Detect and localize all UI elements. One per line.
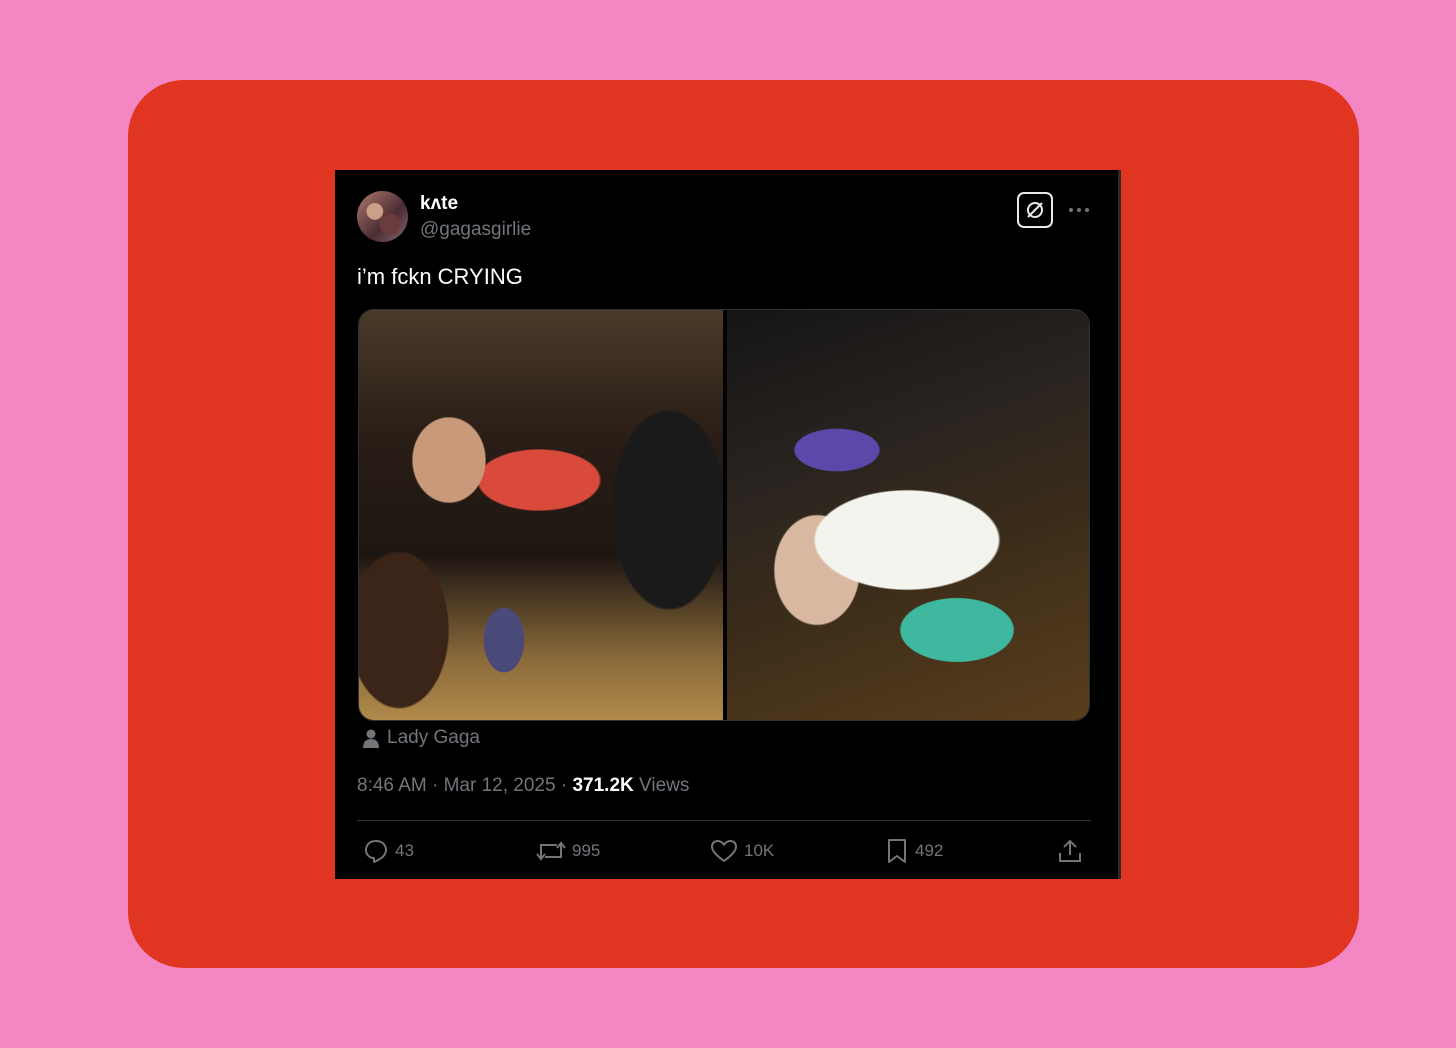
bookmark-button[interactable]: 492 bbox=[885, 838, 943, 864]
tweet-time[interactable]: 8:46 AM bbox=[357, 775, 427, 796]
media-photo-left[interactable] bbox=[359, 310, 723, 720]
media-tag[interactable]: Lady Gaga bbox=[361, 727, 480, 749]
tweet-date[interactable]: Mar 12, 2025 bbox=[444, 775, 556, 796]
repost-icon bbox=[536, 838, 566, 864]
like-count: 10K bbox=[744, 841, 775, 860]
grok-button[interactable] bbox=[1017, 192, 1053, 228]
share-icon bbox=[1057, 838, 1083, 864]
bookmark-count: 492 bbox=[915, 841, 944, 860]
repost-count: 995 bbox=[572, 841, 601, 860]
tweet-card: kʌte @gagasgirlie i’m fckn CRYING Lady G… bbox=[335, 170, 1121, 879]
reply-count: 43 bbox=[395, 841, 414, 860]
avatar[interactable] bbox=[357, 191, 408, 242]
tweet-text: i’m fckn CRYING bbox=[357, 264, 523, 289]
like-icon bbox=[710, 838, 738, 864]
share-button[interactable] bbox=[1057, 838, 1083, 864]
display-name[interactable]: kʌte bbox=[420, 193, 458, 215]
more-button[interactable] bbox=[1067, 196, 1091, 222]
separator: · bbox=[560, 775, 573, 796]
repost-button[interactable]: 995 bbox=[536, 838, 600, 864]
separator: · bbox=[432, 775, 444, 796]
divider bbox=[357, 820, 1091, 821]
reply-icon bbox=[363, 838, 389, 864]
like-button[interactable]: 10K bbox=[710, 838, 774, 864]
views-count: 371.2K bbox=[572, 775, 634, 796]
user-handle[interactable]: @gagasgirlie bbox=[420, 219, 531, 241]
more-icon bbox=[1067, 196, 1091, 222]
tweet-media bbox=[358, 309, 1090, 721]
views-label: Views bbox=[639, 775, 690, 796]
timestamp-row: 8:46 AM · Mar 12, 2025 · 371.2K Views bbox=[357, 775, 689, 797]
media-photo-right[interactable] bbox=[727, 310, 1089, 720]
bookmark-icon bbox=[885, 838, 909, 864]
reply-button[interactable]: 43 bbox=[363, 838, 414, 864]
media-tag-label: Lady Gaga bbox=[387, 727, 480, 748]
person-icon bbox=[361, 728, 381, 748]
grok-icon bbox=[1024, 199, 1046, 221]
